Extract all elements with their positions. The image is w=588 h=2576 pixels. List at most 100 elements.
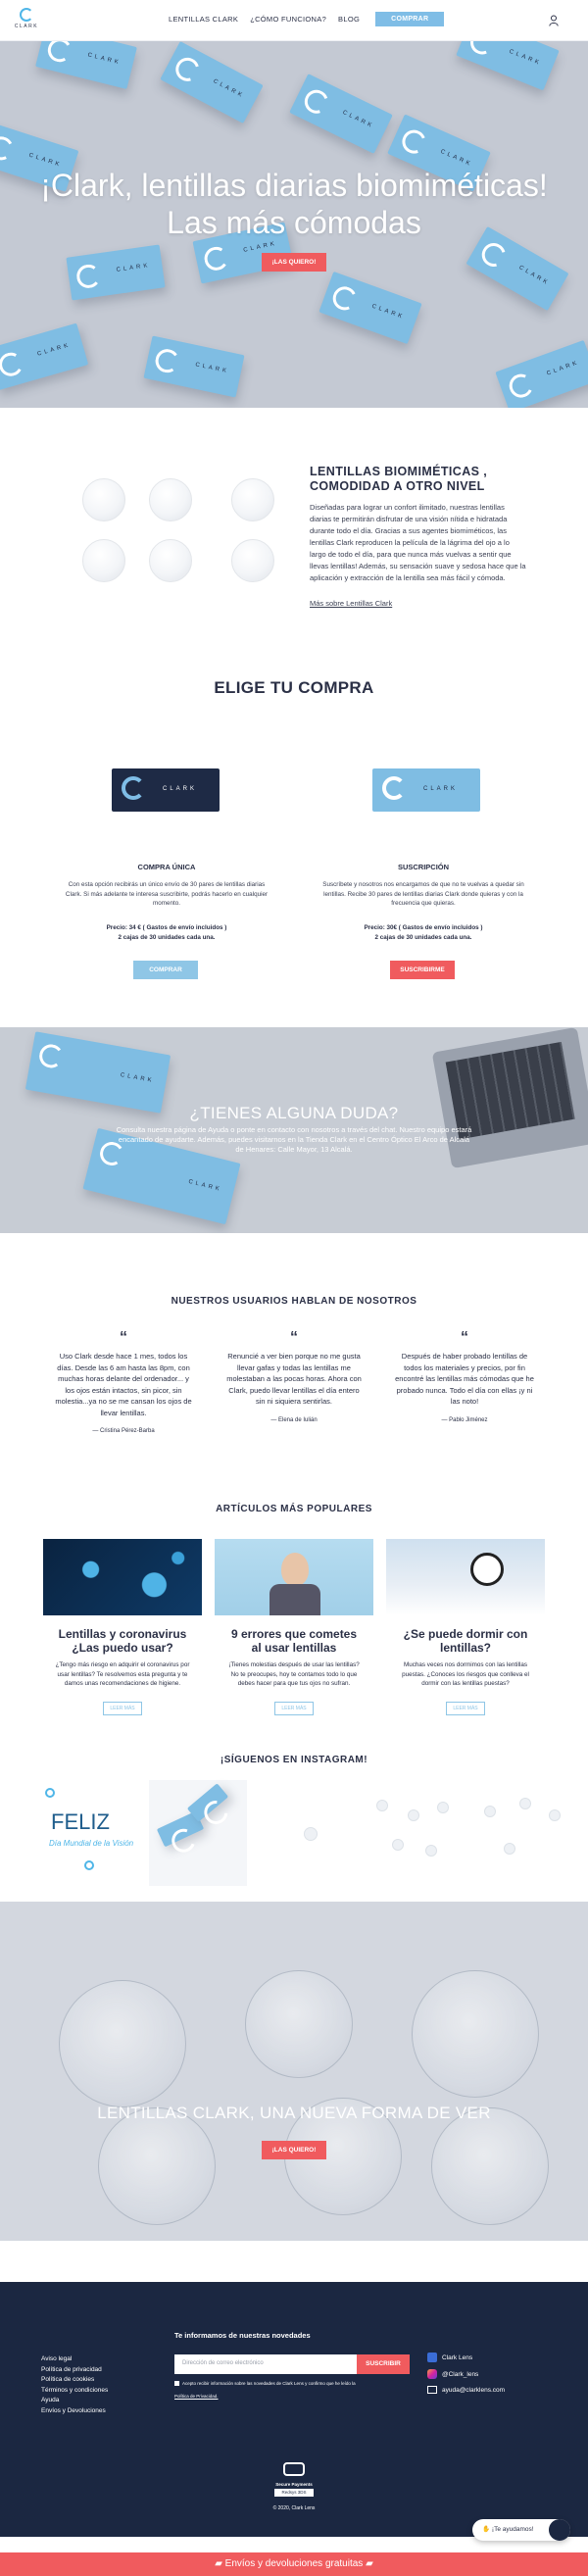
- testimonial-author: — Cristina Pérez-Barba: [92, 1428, 155, 1434]
- testimonial-card: “ Uso Clark desde hace 1 mes, todos los …: [45, 1329, 202, 1434]
- contact-lens-image: [231, 478, 274, 521]
- single-purchase-title: COMPRA ÚNICA: [137, 863, 196, 871]
- email-link[interactable]: ayuda@clarklens.com: [427, 2386, 505, 2394]
- testimonial-author: — Elena de Iulián: [270, 1416, 318, 1423]
- article-title[interactable]: Lentillas y coronavirus ¿Las puedo usar?: [43, 1627, 202, 1655]
- consent-text: Acepto recibir información sobre las nov…: [182, 2381, 356, 2386]
- social-links: Clark Lens @Clark_lens ayuda@clarklens.c…: [427, 2353, 505, 2394]
- article-title[interactable]: 9 errores que cometes al usar lentillas: [215, 1627, 373, 1655]
- second-hero-title: LENTILLAS CLARK, UNA NUEVA FORMA DE VER: [97, 2104, 491, 2122]
- user-icon[interactable]: [549, 15, 559, 26]
- read-more-button[interactable]: LEER MÁS: [103, 1702, 142, 1715]
- truck-icon: ▰: [215, 2558, 222, 2569]
- subscription-text: Suscríbete y nosotros nos encargamos de …: [322, 881, 524, 907]
- clark-logo[interactable]: CLARK: [12, 8, 41, 29]
- chat-widget-button[interactable]: ✋ ¡Te ayudamos!: [472, 2519, 570, 2541]
- consent-checkbox[interactable]: [174, 2381, 179, 2386]
- site-footer: Aviso legal Política de privacidad Polít…: [0, 2282, 588, 2537]
- lock-icon: [283, 2462, 305, 2476]
- truck-icon: ▰: [366, 2558, 373, 2569]
- contact-lens-image: [149, 478, 192, 521]
- hero-cta-button[interactable]: ¡LAS QUIERO!: [262, 253, 326, 272]
- secure-payments-label: Secure Payments: [275, 2482, 313, 2487]
- single-purchase-price: Precio: 34 € ( Gastos de envío incluidos…: [106, 924, 227, 941]
- facebook-icon: [427, 2353, 437, 2362]
- instagram-post[interactable]: [265, 1780, 363, 1886]
- intro-title: LENTILLAS BIOMIMÉTICAS , COMODIDAD A OTR…: [310, 465, 488, 493]
- instagram-post[interactable]: FELIZ Día Mundial de la Visión: [43, 1780, 141, 1886]
- subscription-price: Precio: 30€ ( Gastos de envío incluidos …: [364, 924, 483, 941]
- contact-lens-image: [59, 1980, 186, 2107]
- contact-lens-image: [245, 1970, 353, 2078]
- footer-link-envios[interactable]: Envíos y Devoluciones: [41, 2406, 108, 2417]
- instagram-post[interactable]: [149, 1780, 247, 1886]
- faq-text: Consulta nuestra página de Ayuda o ponte…: [116, 1125, 472, 1154]
- footer-links: Aviso legal Política de privacidad Polít…: [41, 2354, 108, 2416]
- contact-lens-image: [98, 2107, 216, 2225]
- alarm-clock-icon: [470, 1553, 504, 1586]
- read-more-button[interactable]: LEER MÁS: [446, 1702, 485, 1715]
- subscribe-button[interactable]: SUSCRIBIRME: [390, 961, 455, 979]
- second-hero-cta-button[interactable]: ¡LAS QUIERO!: [262, 2141, 326, 2159]
- chat-bubble-icon: [549, 2519, 570, 2541]
- product-box-image: CLARK: [289, 74, 393, 154]
- product-box-image: CLARK: [318, 271, 422, 345]
- facebook-link[interactable]: Clark Lens: [427, 2353, 505, 2362]
- wave-hand-icon: ✋: [482, 2526, 491, 2533]
- instagram-icon: [427, 2369, 437, 2379]
- nav-blog[interactable]: BLOG: [338, 15, 360, 24]
- article-excerpt: ¿Tengo más riesgo en adquirir el coronav…: [55, 1661, 190, 1687]
- single-purchase-button[interactable]: COMPRAR: [133, 961, 198, 979]
- purchase-title: ELIGE TU COMPRA: [214, 678, 374, 697]
- read-more-button[interactable]: LEER MÁS: [274, 1702, 314, 1715]
- contact-lens-image: [425, 1845, 437, 1857]
- person-image: [281, 1553, 309, 1586]
- article-excerpt: ¡Tienes molestias después de usar las le…: [228, 1661, 360, 1687]
- instagram-post[interactable]: [474, 1780, 572, 1886]
- contact-lens-image: [437, 1802, 449, 1813]
- clark-logo-icon: [122, 776, 145, 800]
- contact-lens-image: [484, 1806, 496, 1817]
- intro-more-link[interactable]: Más sobre Lentillas Clark: [310, 598, 392, 610]
- main-nav: LENTILLAS CLARK ¿CÓMO FUNCIONA? BLOG COM…: [169, 12, 456, 26]
- faq-banner: CLARK CLARK ¿TIENES ALGUNA DUDA? Consult…: [0, 1027, 588, 1233]
- single-purchase-text: Con esta opción recibirás un único envío…: [65, 881, 269, 907]
- instagram-post[interactable]: [368, 1780, 466, 1886]
- newsletter-email-input[interactable]: Dirección de correo electrónico: [174, 2354, 357, 2374]
- privacy-policy-link[interactable]: Política de Privacidad.: [174, 2394, 219, 2399]
- instagram-link[interactable]: @Clark_lens: [427, 2369, 505, 2379]
- copyright: © 2020, Clark Lens: [272, 2505, 316, 2511]
- product-box-image: CLARK: [495, 339, 588, 408]
- quote-icon: “: [120, 1329, 127, 1346]
- subscription-title: SUSCRIPCIÓN: [397, 863, 450, 871]
- mail-icon: [427, 2386, 437, 2394]
- product-box-image: CLARK: [160, 41, 264, 124]
- footer-link-ayuda[interactable]: Ayuda: [41, 2396, 108, 2406]
- footer-link-privacidad[interactable]: Política de privacidad: [41, 2365, 108, 2376]
- sleep-article-image[interactable]: [386, 1539, 545, 1615]
- contact-lens-image: [519, 1798, 531, 1809]
- footer-link-terminos[interactable]: Términos y condiciones: [41, 2386, 108, 2397]
- coronavirus-article-image[interactable]: [43, 1539, 202, 1615]
- contact-lens-image: [431, 2107, 549, 2225]
- contact-lens-image: [231, 539, 274, 582]
- nav-lentillas-clark[interactable]: LENTILLAS CLARK: [169, 15, 238, 24]
- footer-link-cookies[interactable]: Política de cookies: [41, 2375, 108, 2386]
- single-purchase-box-image: CLARK: [112, 768, 220, 812]
- newsletter-subscribe-button[interactable]: SUSCRIBIR: [357, 2354, 410, 2374]
- testimonial-card: “ Renuncié a ver bien porque no me gusta…: [216, 1329, 372, 1423]
- errors-article-image[interactable]: [215, 1539, 373, 1615]
- product-box-image: CLARK: [456, 41, 560, 91]
- comprar-button[interactable]: COMPRAR: [375, 12, 445, 26]
- contact-lens-image: [408, 1809, 419, 1821]
- footer-link-aviso-legal[interactable]: Aviso legal: [41, 2354, 108, 2365]
- article-title[interactable]: ¿Se puede dormir con lentillas?: [386, 1627, 545, 1655]
- hero-banner: CLARK CLARK CLARK CLARK CLARK CLARK CLAR…: [0, 41, 588, 408]
- articles-title: ARTÍCULOS MÁS POPULARES: [216, 1504, 372, 1514]
- contact-lens-image: [82, 539, 125, 582]
- nav-como-funciona[interactable]: ¿CÓMO FUNCIONA?: [250, 15, 326, 24]
- instagram-title: ¡SÍGUENOS EN INSTAGRAM!: [220, 1755, 368, 1765]
- quote-icon: “: [290, 1329, 298, 1346]
- clark-logo-icon: [382, 776, 406, 800]
- product-box-image: [186, 1783, 229, 1822]
